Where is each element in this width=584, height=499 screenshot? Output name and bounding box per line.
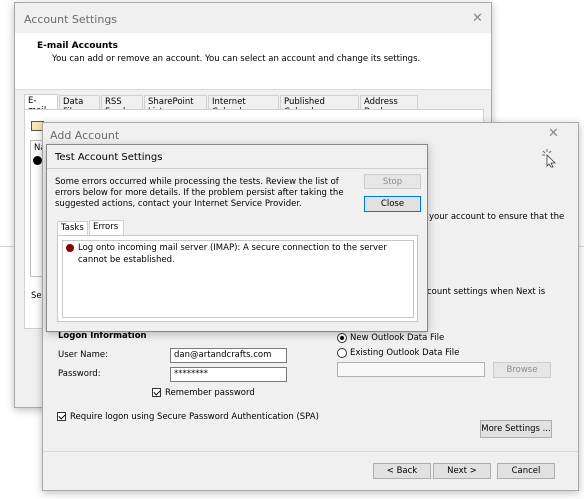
dialog-message: Some errors occurred while processing th… <box>55 177 344 209</box>
user-name-label: User Name: <box>58 350 109 360</box>
tab-published-calendars[interactable]: Published Calendars <box>280 95 359 117</box>
tab-email[interactable]: E-mail <box>24 94 58 116</box>
tab-errors[interactable]: Errors <box>89 220 124 235</box>
errors-panel: Log onto incoming mail server (IMAP): A … <box>57 235 418 322</box>
header-panel: E-mail Accounts You can add or remove an… <box>15 33 491 90</box>
right-info-text-1: your account to ensure that the <box>429 212 565 222</box>
error-message: Log onto incoming mail server (IMAP): A … <box>78 243 387 265</box>
browse-button[interactable]: Browse <box>493 362 551 378</box>
cancel-button[interactable]: Cancel <box>497 463 555 479</box>
more-settings-button[interactable]: More Settings ... <box>480 420 552 438</box>
window-title: Account Settings <box>24 13 118 26</box>
dialog-title: Test Account Settings <box>55 152 163 163</box>
tab-tasks[interactable]: Tasks <box>57 221 88 236</box>
tab-rss-feeds[interactable]: RSS Feeds <box>101 95 143 117</box>
tab-data-files[interactable]: Data Files <box>59 95 100 117</box>
logon-heading: Logon Information <box>58 331 147 341</box>
footer-divider <box>43 451 578 452</box>
back-button[interactable]: < Back <box>373 463 431 479</box>
section-description: You can add or remove an account. You ca… <box>52 54 421 64</box>
user-name-field[interactable]: dan@artandcrafts.com <box>170 348 287 363</box>
tab-sharepoint-lists[interactable]: SharePoint Lists <box>144 95 207 117</box>
tab-address-books[interactable]: Address Books <box>360 95 418 117</box>
wizard-cursor-icon <box>540 148 560 168</box>
new-data-file-label: New Outlook Data File <box>350 333 445 343</box>
section-heading: E-mail Accounts <box>37 41 118 51</box>
next-button[interactable]: Next > <box>433 463 491 479</box>
stop-button[interactable]: Stop <box>364 174 421 189</box>
existing-data-file-label: Existing Outlook Data File <box>350 348 460 358</box>
title-separator <box>47 168 427 169</box>
remember-password-label: Remember password <box>165 388 255 398</box>
error-icon <box>66 244 74 252</box>
tab-internet-calendars[interactable]: Internet Calendars <box>208 95 279 117</box>
close-icon[interactable]: ✕ <box>548 127 559 140</box>
spa-label: Require logon using Secure Password Auth… <box>70 412 319 422</box>
password-field[interactable]: ******** <box>170 367 287 382</box>
existing-data-file-radio[interactable] <box>337 348 347 358</box>
right-info-text-2: count settings when Next is <box>427 287 546 297</box>
close-button[interactable]: Close <box>364 196 421 212</box>
add-account-title: Add Account <box>50 129 120 142</box>
password-label: Password: <box>58 369 101 379</box>
data-file-path-field[interactable] <box>337 362 485 377</box>
close-icon[interactable]: ✕ <box>472 12 483 25</box>
test-account-settings-dialog: Test Account Settings Some errors occurr… <box>46 144 428 332</box>
new-data-file-radio[interactable] <box>337 333 347 343</box>
spa-checkbox[interactable] <box>57 412 66 421</box>
remember-password-checkbox[interactable] <box>152 388 161 397</box>
default-check-icon <box>33 156 42 165</box>
